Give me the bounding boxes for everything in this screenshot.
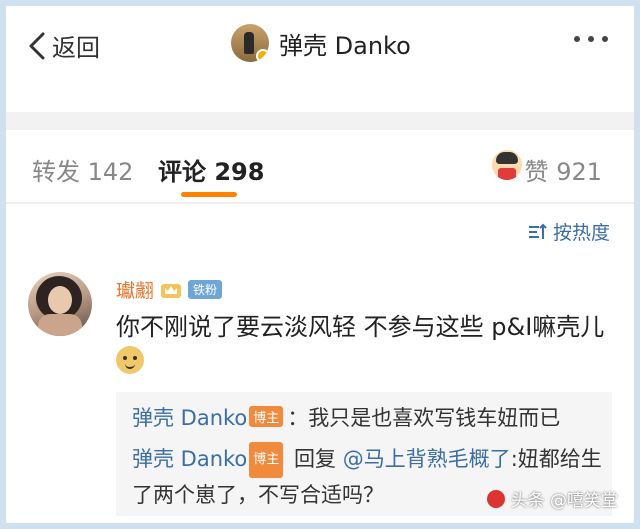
comment-text: 你不刚说了要云淡风轻 不参与这些 p&I嘛壳儿 bbox=[116, 310, 616, 378]
section-divider bbox=[6, 112, 634, 130]
doge-emoji-icon bbox=[116, 346, 144, 374]
tab-likes-label: 赞 bbox=[524, 158, 549, 186]
tab-separator bbox=[6, 202, 634, 204]
mention-link[interactable]: @马上背熟毛概了 bbox=[343, 447, 511, 471]
author-avatar[interactable] bbox=[231, 24, 269, 62]
more-options-icon[interactable] bbox=[574, 36, 608, 42]
tab-likes-count: 921 bbox=[556, 158, 602, 186]
watermark: 头条 @嘻笑堂 bbox=[486, 486, 618, 511]
host-badge: 博主 bbox=[249, 406, 284, 427]
comment-body: 你不刚说了要云淡风轻 不参与这些 p&I嘛壳儿 bbox=[116, 313, 605, 341]
fan-badge: 铁粉 bbox=[188, 280, 223, 299]
liker-avatar[interactable] bbox=[492, 150, 522, 180]
sort-icon bbox=[528, 223, 547, 239]
back-button[interactable]: 返回 bbox=[28, 28, 100, 63]
reply-author[interactable]: 弹壳 Danko bbox=[132, 406, 247, 430]
host-badge: 博主 bbox=[249, 442, 284, 478]
reply-author[interactable]: 弹壳 Danko bbox=[132, 447, 247, 471]
tab-reposts-label: 转发 bbox=[32, 158, 80, 186]
tab-bar: 转发 142 评论 298 赞 921 bbox=[6, 130, 634, 202]
page-title[interactable]: 弹壳 Danko bbox=[231, 24, 411, 62]
back-label: 返回 bbox=[52, 34, 100, 62]
crown-icon bbox=[161, 283, 182, 298]
sort-button[interactable]: 按热度 bbox=[527, 218, 610, 245]
tab-comments-count: 298 bbox=[214, 158, 265, 186]
active-tab-indicator bbox=[181, 192, 237, 197]
commenter-avatar[interactable] bbox=[28, 272, 92, 336]
watermark-text: 头条 @嘻笑堂 bbox=[510, 491, 618, 511]
toutiao-logo-icon bbox=[486, 489, 505, 508]
tab-likes[interactable]: 赞 921 bbox=[525, 152, 602, 187]
tab-comments[interactable]: 评论 298 bbox=[158, 152, 264, 187]
comment-header: 瓛翽 铁粉 bbox=[116, 276, 223, 303]
verified-icon bbox=[256, 49, 269, 62]
tab-reposts-count: 142 bbox=[87, 158, 134, 186]
sort-label: 按热度 bbox=[552, 222, 610, 244]
commenter-name[interactable]: 瓛翽 bbox=[116, 276, 154, 303]
top-bar: 返回 弹壳 Danko bbox=[6, 6, 634, 86]
chevron-left-icon bbox=[29, 32, 45, 59]
reply-item: 弹壳 Danko 博主 ：我只是也喜欢写钱车妞而已 bbox=[132, 402, 560, 432]
tab-comments-label: 评论 bbox=[158, 158, 206, 186]
tab-reposts[interactable]: 转发 142 bbox=[32, 152, 133, 187]
reply-prefix: 回复 bbox=[294, 447, 336, 471]
author-name: 弹壳 Danko bbox=[279, 31, 411, 60]
reply-text: ：我只是也喜欢写钱车妞而已 bbox=[287, 406, 561, 430]
